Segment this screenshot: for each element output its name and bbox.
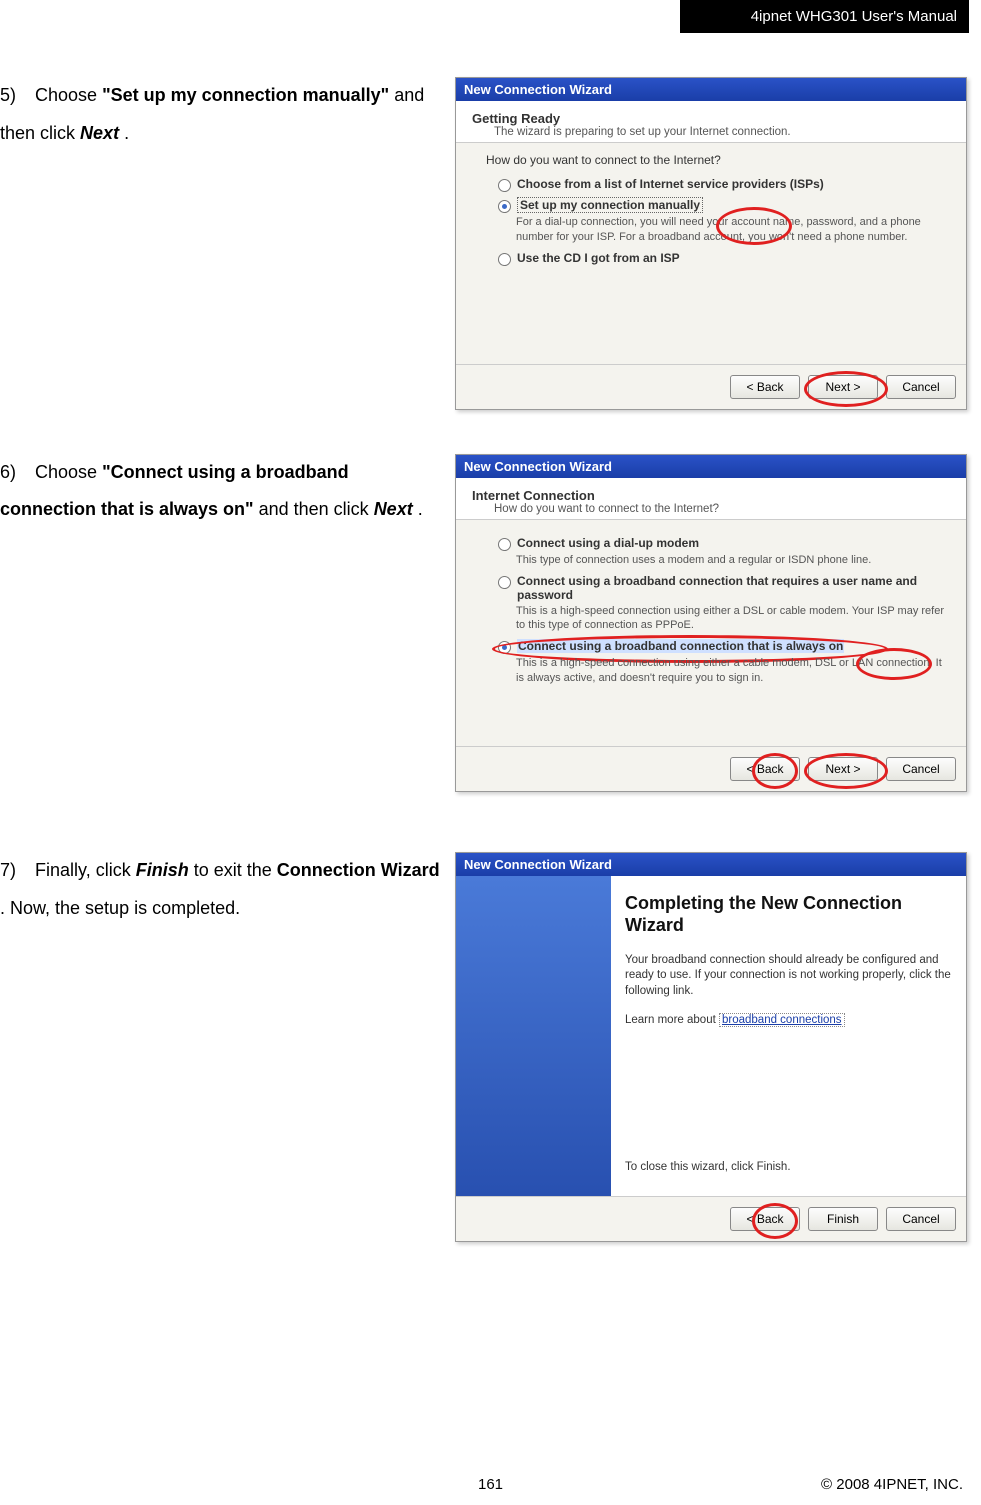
wizard1-opt1[interactable]: Choose from a list of Internet service p… (517, 177, 824, 191)
step-6-p2: and then click (259, 499, 374, 519)
step-6-p0: Choose (35, 462, 102, 482)
step-5-next: Next (80, 123, 119, 143)
step-7-p0: Finally, click (35, 860, 136, 880)
cancel-button[interactable]: Cancel (886, 375, 956, 399)
step-6-row: 6) Choose "Connect using a broadband con… (0, 454, 969, 792)
broadband-link[interactable]: broadband connections (719, 1013, 845, 1027)
wizard1-subdesc: The wizard is preparing to set up your I… (472, 126, 954, 138)
wizard3-close-text: To close this wizard, click Finish. (625, 1160, 952, 1176)
step-7-num: 7) (0, 852, 30, 890)
finish-button[interactable]: Finish (808, 1207, 878, 1231)
wizard1-question: How do you want to connect to the Intern… (486, 153, 948, 167)
step-6-p4: . (418, 499, 423, 519)
wizard2-opt1[interactable]: Connect using a dial-up modem (517, 536, 699, 550)
radio-icon[interactable] (498, 538, 511, 551)
step-5-bold1: "Set up my connection manually" (102, 85, 389, 105)
step-6-num: 6) (0, 454, 30, 492)
step-5-num: 5) (0, 77, 30, 115)
back-button[interactable]: < Back (730, 1207, 800, 1231)
next-button[interactable]: Next > (808, 375, 878, 399)
step-7-finish: Finish (136, 860, 189, 880)
radio-icon[interactable] (498, 253, 511, 266)
wizard3-heading: Completing the New Connection Wizard (625, 892, 952, 937)
wizard2-opt2[interactable]: Connect using a broadband connection tha… (517, 574, 948, 602)
step-7-text: 7) Finally, click Finish to exit the Con… (0, 852, 455, 928)
doc-header: 4ipnet WHG301 User's Manual (680, 0, 969, 33)
wizard2-opt2-desc: This is a high-speed connection using ei… (516, 604, 948, 634)
back-button[interactable]: < Back (730, 757, 800, 781)
wizard2-subdesc: How do you want to connect to the Intern… (472, 503, 954, 515)
step-6-next: Next (374, 499, 413, 519)
wizard2-subtitle: Internet Connection (472, 488, 954, 503)
wizard3-title: New Connection Wizard (456, 853, 966, 876)
wizard1-opt3[interactable]: Use the CD I got from an ISP (517, 251, 680, 265)
radio-icon[interactable] (498, 179, 511, 192)
step-5-p4: . (124, 123, 129, 143)
next-button[interactable]: Next > (808, 757, 878, 781)
wizard2-opt1-desc: This type of connection uses a modem and… (516, 553, 948, 568)
page-number: 161 (478, 1476, 503, 1493)
wizard2-title: New Connection Wizard (456, 455, 966, 478)
step-5-p0: Choose (35, 85, 102, 105)
page-footer: 161 © 2008 4IPNET, INC. (0, 1476, 981, 1505)
step-7-row: 7) Finally, click Finish to exit the Con… (0, 852, 969, 1242)
copyright: © 2008 4IPNET, INC. (821, 1476, 963, 1493)
step-5-row: 5) Choose "Set up my connection manually… (0, 77, 969, 410)
back-button[interactable]: < Back (730, 375, 800, 399)
wizard1-subtitle: Getting Ready (472, 111, 954, 126)
wizard2-opt3[interactable]: Connect using a broadband connection tha… (517, 639, 844, 653)
wizard-3: New Connection Wizard Completing the New… (455, 852, 967, 1242)
radio-icon[interactable] (498, 576, 511, 589)
step-7-p2: to exit the (194, 860, 277, 880)
wizard3-link-label: Learn more about (625, 1014, 719, 1026)
wizard1-opt2[interactable]: Set up my connection manually (517, 198, 703, 212)
radio-icon-selected[interactable] (498, 641, 511, 654)
wizard1-opt2-desc: For a dial-up connection, you will need … (516, 215, 948, 245)
wizard3-sidebar (456, 876, 611, 1196)
step-7-p4: . Now, the setup is completed. (0, 898, 240, 918)
cancel-button[interactable]: Cancel (886, 1207, 956, 1231)
wizard3-link-row: Learn more about broadband connections (625, 1013, 952, 1029)
wizard-2: New Connection Wizard Internet Connectio… (455, 454, 967, 792)
wizard-1: New Connection Wizard Getting Ready The … (455, 77, 967, 410)
wizard3-p1: Your broadband connection should already… (625, 953, 952, 1000)
wizard2-opt3-desc: This is a high-speed connection using ei… (516, 656, 948, 686)
step-5-text: 5) Choose "Set up my connection manually… (0, 77, 455, 153)
step-6-text: 6) Choose "Connect using a broadband con… (0, 454, 455, 530)
wizard1-title: New Connection Wizard (456, 78, 966, 101)
step-7-wizard: Connection Wizard (277, 860, 440, 880)
cancel-button[interactable]: Cancel (886, 757, 956, 781)
radio-icon-selected[interactable] (498, 200, 511, 213)
